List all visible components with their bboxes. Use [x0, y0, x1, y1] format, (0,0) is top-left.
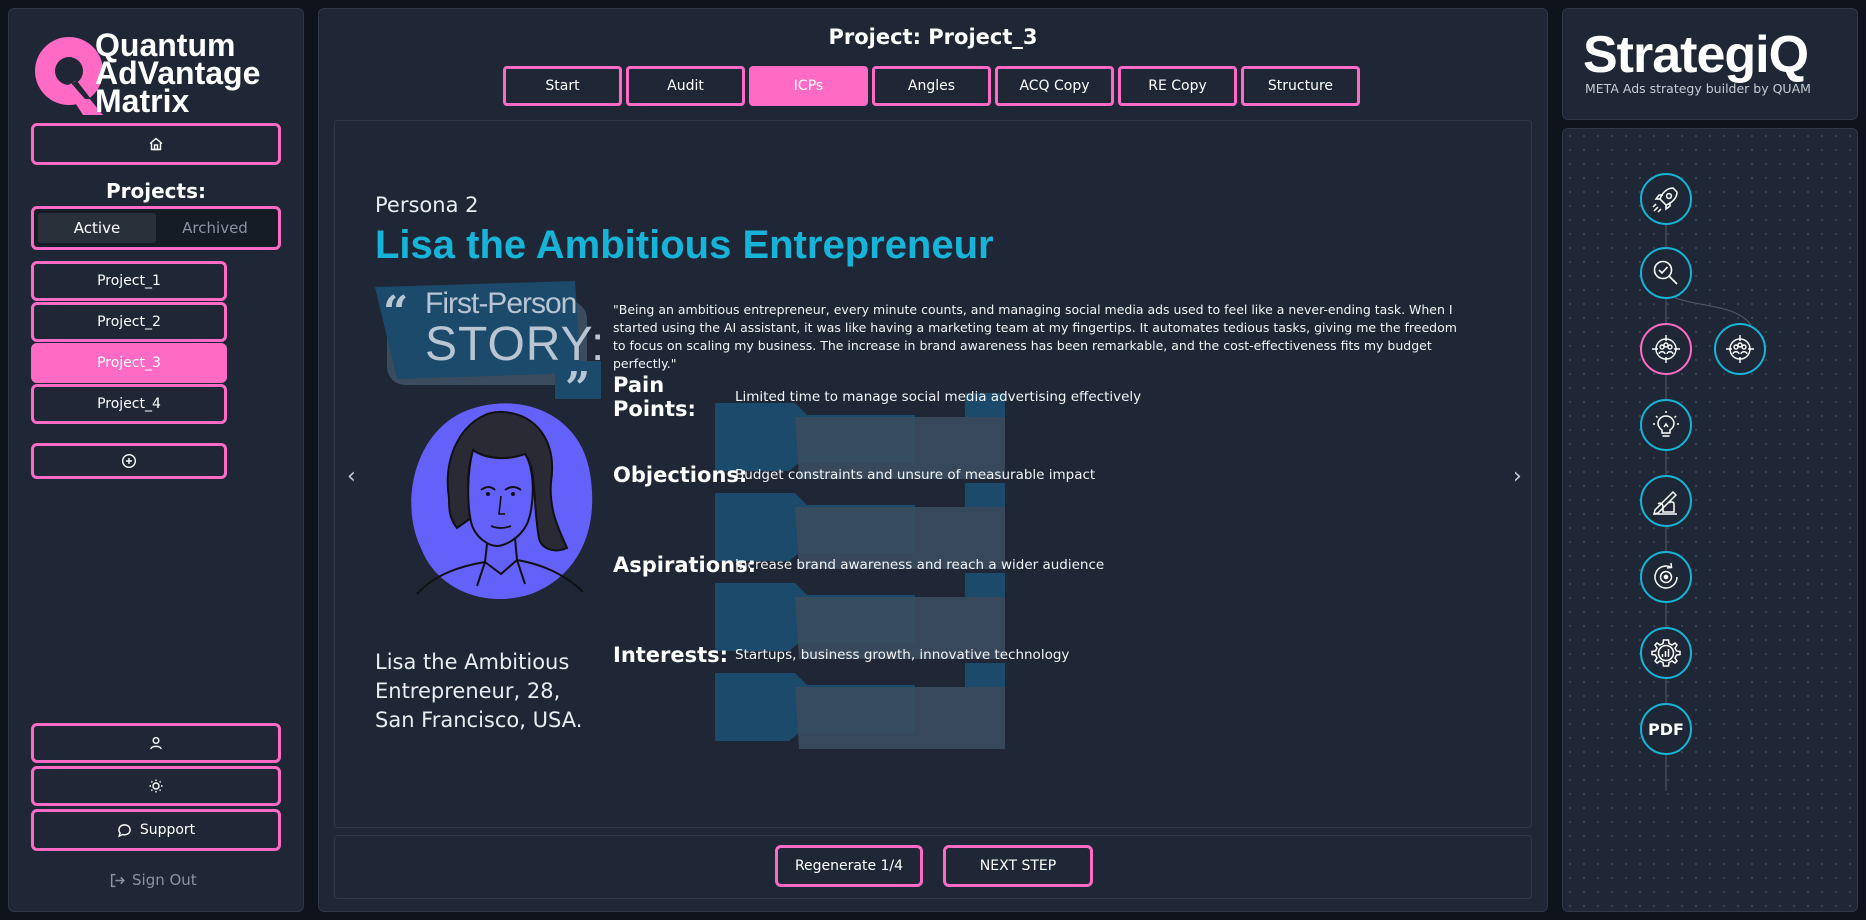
- theme-toggle-button[interactable]: [31, 766, 281, 806]
- tab-icps[interactable]: ICPs: [749, 66, 868, 106]
- main-panel: Project: Project_3 Start Audit ICPs Angl…: [318, 8, 1548, 912]
- project-item[interactable]: Project_2: [31, 302, 227, 342]
- action-footer: Regenerate 1/4 NEXT STEP: [334, 835, 1532, 899]
- magnify-check-icon: [1653, 260, 1678, 285]
- tab-acq-copy[interactable]: ACQ Copy: [995, 66, 1114, 106]
- rocket-icon: [1652, 187, 1678, 213]
- trait-pain-points: Pain Points: Limited time to manage soci…: [613, 373, 1141, 421]
- trait-value: Increase brand awareness and reach a wid…: [735, 557, 1105, 573]
- persona-avatar: [411, 403, 593, 600]
- tab-angles[interactable]: Angles: [872, 66, 991, 106]
- workflow-node-audit[interactable]: [1640, 247, 1692, 299]
- app-logo-text: Quantum AdVantage Matrix: [95, 29, 260, 119]
- trait-value: Limited time to manage social media adve…: [735, 389, 1142, 405]
- projects-title: Projects:: [106, 179, 206, 203]
- persona-name: Lisa the Ambitious Entrepreneur: [375, 223, 994, 267]
- persona-label: Persona 2: [375, 193, 479, 217]
- workflow-node-structure[interactable]: [1640, 627, 1692, 679]
- trait-label: Interests:: [613, 643, 729, 667]
- tab-audit[interactable]: Audit: [626, 66, 745, 106]
- workflow-node-start[interactable]: [1640, 173, 1692, 225]
- sign-out-link[interactable]: Sign Out: [109, 871, 197, 889]
- sun-icon: [149, 779, 163, 793]
- target-cycle-icon: [1654, 562, 1678, 589]
- regenerate-button[interactable]: Regenerate 1/4: [775, 845, 923, 887]
- pdf-icon: PDF: [1648, 719, 1684, 739]
- previous-persona-arrow[interactable]: ‹: [347, 464, 356, 489]
- sidebar: Quantum AdVantage Matrix Projects: Activ…: [8, 8, 304, 912]
- project-item[interactable]: Project_4: [31, 384, 227, 424]
- trait-value: Startups, business growth, innovative te…: [735, 647, 1070, 663]
- workflow-node-angles[interactable]: [1640, 399, 1692, 451]
- home-icon: [149, 137, 163, 151]
- support-button[interactable]: Support: [31, 809, 281, 851]
- profile-button[interactable]: [31, 723, 281, 763]
- target-people-icon: [1726, 335, 1754, 363]
- trait-interests: Interests: Startups, business growth, in…: [613, 643, 1069, 667]
- logo-line: Matrix: [95, 83, 190, 119]
- persona-quote: "Being an ambitious entrepreneur, every …: [613, 302, 1457, 371]
- gear-chart-icon: [1651, 639, 1681, 667]
- trait-label: Objections:: [613, 463, 748, 487]
- next-persona-arrow[interactable]: ›: [1513, 464, 1522, 489]
- trait-objections: Objections: Budget constraints and unsur…: [613, 463, 1095, 487]
- sign-out-icon: [110, 873, 125, 887]
- persona-card: ‹ › Persona 2 Lisa the Ambitious Entrepr…: [334, 120, 1532, 828]
- tab-structure[interactable]: Structure: [1241, 66, 1360, 106]
- trait-label: Aspirations:: [613, 553, 757, 577]
- tab-re-copy[interactable]: RE Copy: [1118, 66, 1237, 106]
- chat-bubble-icon: [117, 823, 131, 837]
- trait-label: Pain Points:: [613, 373, 696, 421]
- step-tabs: Start Audit ICPs Angles ACQ Copy RE Copy…: [503, 66, 1360, 106]
- workflow-panel: PDF: [1562, 128, 1858, 912]
- support-label: Support: [139, 822, 196, 838]
- project-item[interactable]: Project_1: [31, 261, 227, 301]
- persona-description: Lisa the Ambitious Entrepreneur, 28, San…: [375, 650, 583, 732]
- brand-panel: StrategiQ META Ads strategy builder by Q…: [1562, 8, 1858, 120]
- trait-decoration: [715, 663, 1005, 749]
- workflow-node-icps[interactable]: [1640, 323, 1692, 375]
- plus-circle-icon: [121, 453, 137, 469]
- story-badge-line2: STORY:: [425, 318, 606, 371]
- workflow-node-re-copy[interactable]: [1640, 551, 1692, 603]
- workflow-connectors: [1665, 221, 1752, 791]
- first-person-story-badge: “ ” First-Person STORY:: [375, 281, 605, 401]
- trait-value: Budget constraints and unsure of measura…: [735, 467, 1096, 483]
- brand-subtitle: META Ads strategy builder by QUAM: [1585, 81, 1811, 96]
- next-step-button[interactable]: NEXT STEP: [943, 845, 1093, 887]
- project-item-selected[interactable]: Project_3: [31, 343, 227, 383]
- hand-writing-icon: [1652, 490, 1678, 516]
- workflow-node-acq-copy[interactable]: [1640, 475, 1692, 527]
- archived-filter-tab[interactable]: Archived: [156, 213, 274, 243]
- svg-text:“: “: [383, 287, 408, 338]
- home-button[interactable]: [31, 123, 281, 165]
- active-filter-tab[interactable]: Active: [38, 213, 156, 243]
- story-badge-line1: First-Person: [425, 287, 577, 320]
- lightbulb-icon: [1653, 411, 1679, 437]
- project-filter-toggle: Active Archived: [31, 206, 281, 250]
- trait-aspirations: Aspirations: Increase brand awareness an…: [613, 553, 1104, 577]
- workflow-node-pdf[interactable]: PDF: [1640, 703, 1692, 755]
- tab-start[interactable]: Start: [503, 66, 622, 106]
- target-people-icon: [1652, 335, 1680, 363]
- sign-out-label: Sign Out: [132, 871, 197, 889]
- project-title: Project: Project_3: [828, 25, 1038, 49]
- user-icon: [150, 737, 162, 750]
- brand-name: StrategiQ: [1583, 26, 1809, 84]
- add-project-button[interactable]: [31, 443, 227, 479]
- workflow-node-icps-alt[interactable]: [1714, 323, 1766, 375]
